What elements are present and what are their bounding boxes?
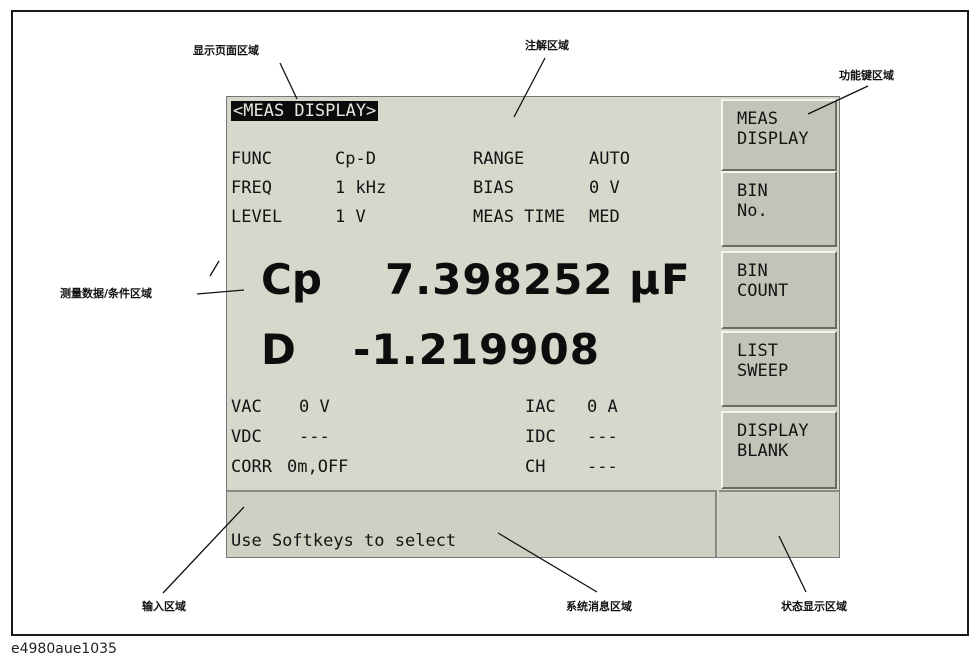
softkey-bin-count[interactable]: BIN COUNT [721, 251, 837, 329]
primary-parameter-value: 7.398252 µF [385, 255, 691, 304]
softkey-line1: LIST [737, 341, 778, 361]
callout-display-page-area: 显示页面区域 [193, 44, 259, 57]
ch-value: --- [587, 457, 618, 477]
level-value: 1 V [335, 207, 366, 227]
status-display-area [719, 490, 839, 557]
callout-input-area: 输入区域 [142, 600, 186, 613]
func-label: FUNC [231, 149, 272, 169]
idc-label: IDC [525, 427, 556, 447]
level-label: LEVEL [231, 207, 283, 227]
freq-value: 1 kHz [335, 178, 387, 198]
callout-annotation-area: 注解区域 [525, 39, 569, 52]
corr-label: CORR [231, 457, 272, 477]
bias-label: BIAS [473, 178, 514, 198]
softkey-bin-no[interactable]: BIN No. [721, 171, 837, 247]
softkey-line1: BIN [737, 261, 768, 281]
softkey-line1: DISPLAY [737, 421, 809, 441]
softkey-line2: DISPLAY [737, 129, 809, 149]
softkey-line2: BLANK [737, 441, 789, 461]
meas-time-label: MEAS TIME [473, 207, 566, 227]
softkey-list-sweep[interactable]: LIST SWEEP [721, 331, 837, 407]
callout-status-display-area: 状态显示区域 [781, 600, 847, 613]
vdc-label: VDC [231, 427, 262, 447]
range-value: AUTO [589, 149, 630, 169]
callout-system-message-area: 系统消息区域 [566, 600, 632, 613]
ch-label: CH [525, 457, 546, 477]
softkey-line1: BIN [737, 181, 768, 201]
vdc-value: --- [299, 427, 330, 447]
softkey-line1: MEAS [737, 109, 778, 129]
vac-label: VAC [231, 397, 262, 417]
softkey-line2: COUNT [737, 281, 789, 301]
func-value: Cp-D [335, 149, 376, 169]
iac-value: 0 A [587, 397, 618, 417]
system-message: Use Softkeys to select [231, 531, 457, 551]
instrument-screen: <MEAS DISPLAY> FUNC Cp-D RANGE AUTO FREQ… [226, 96, 840, 558]
corr-value: 0m,OFF [287, 457, 349, 477]
softkey-display-blank[interactable]: DISPLAY BLANK [721, 411, 837, 489]
secondary-parameter-value: -1.219908 [353, 325, 600, 374]
idc-value: --- [587, 427, 618, 447]
vac-value: 0 V [299, 397, 330, 417]
freq-label: FREQ [231, 178, 272, 198]
softkey-meas-display[interactable]: MEAS DISPLAY [721, 99, 837, 171]
page-title: <MEAS DISPLAY> [231, 101, 379, 121]
secondary-parameter-label: D [261, 325, 296, 374]
softkey-line2: No. [737, 201, 768, 221]
iac-label: IAC [525, 397, 556, 417]
bias-value: 0 V [589, 178, 620, 198]
callout-function-key-area: 功能键区域 [839, 69, 894, 82]
softkey-line2: SWEEP [737, 361, 789, 381]
primary-parameter-label: Cp [261, 255, 322, 304]
meas-time-value: MED [589, 207, 620, 227]
figure-id: e4980aue1035 [11, 641, 117, 657]
callout-measurement-data-area: 测量数据/条件区域 [60, 287, 153, 300]
range-label: RANGE [473, 149, 525, 169]
